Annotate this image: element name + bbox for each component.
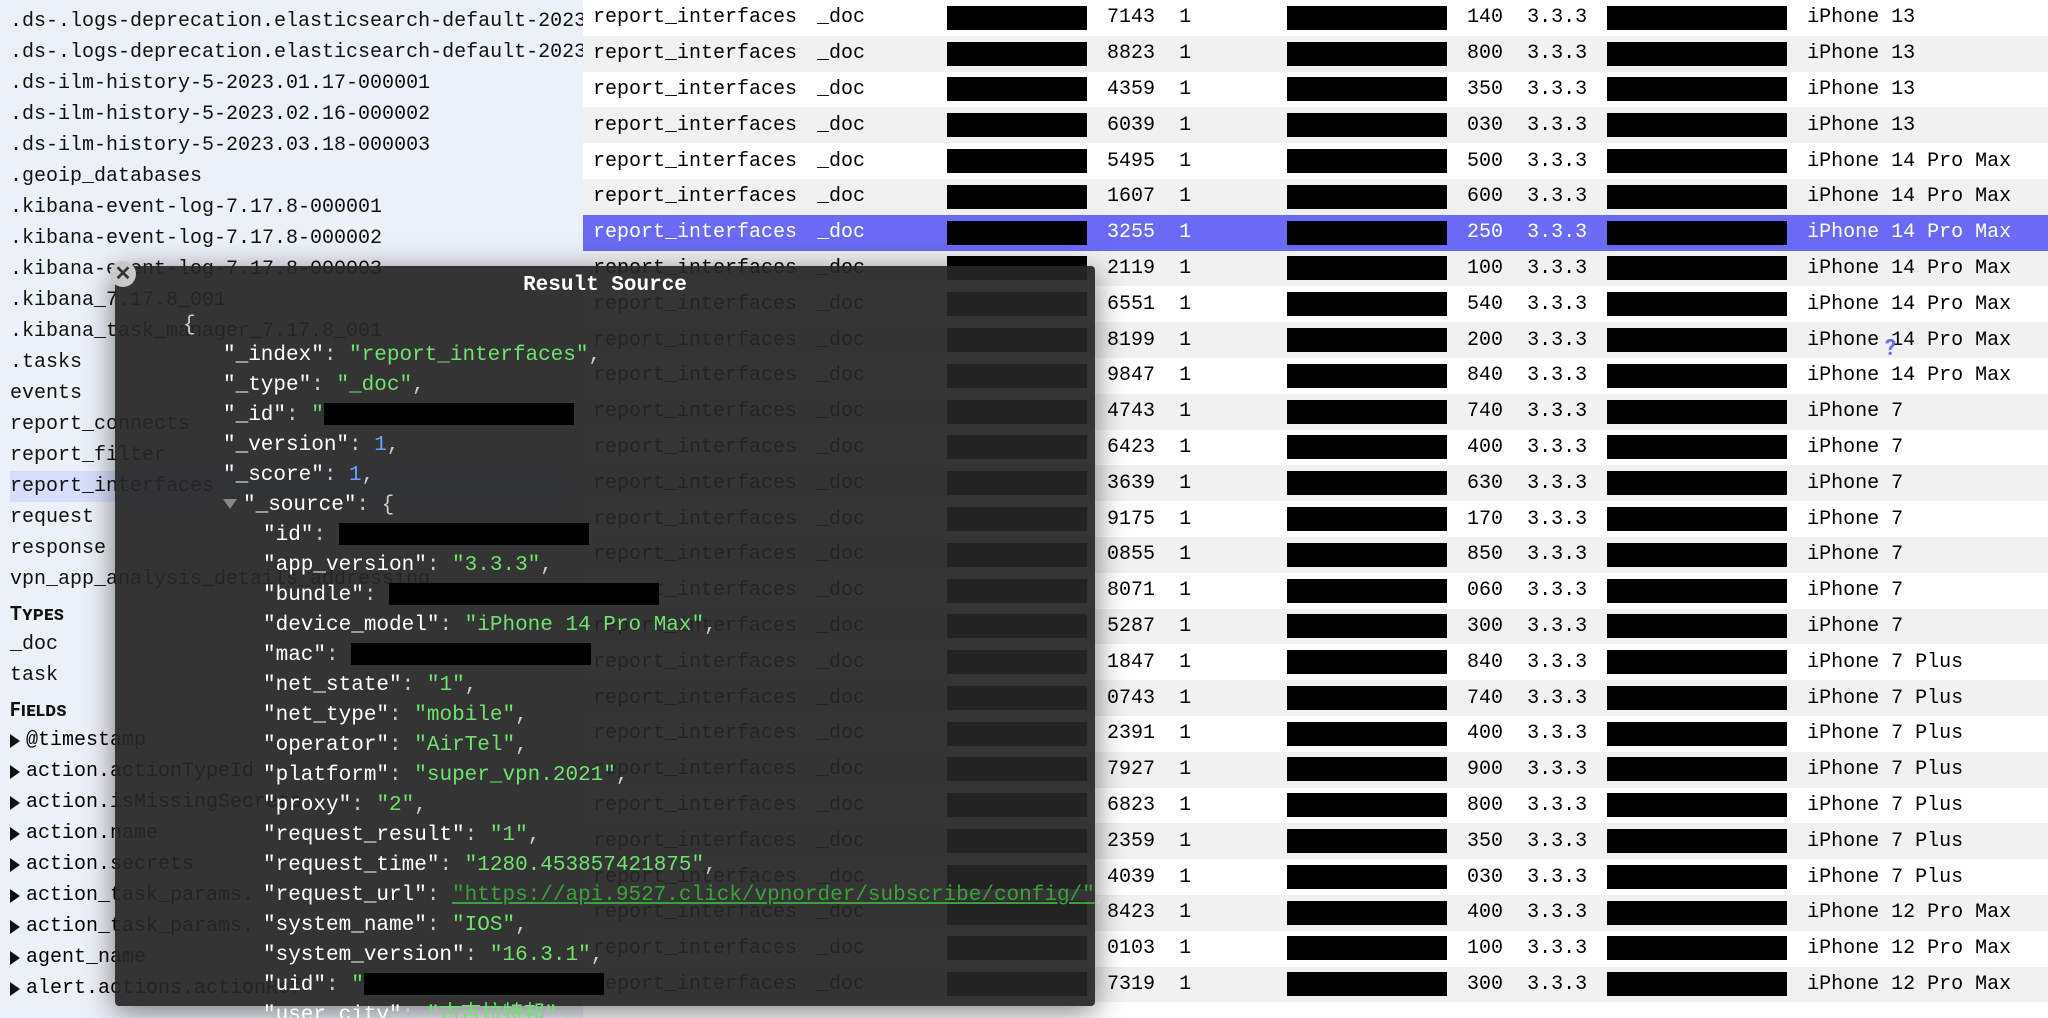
- table-row[interactable]: report_interfaces_doc6039 1030 3.3.3iPho…: [583, 107, 2048, 143]
- table-row[interactable]: report_interfaces_doc1607 1600 3.3.3iPho…: [583, 179, 2048, 215]
- sidebar-index-item[interactable]: .ds-ilm-history-5-2023.02.16-000002: [10, 99, 573, 130]
- table-row[interactable]: report_interfaces_doc4359 1350 3.3.3iPho…: [583, 72, 2048, 108]
- popup-title: Result Source: [115, 266, 1095, 311]
- caret-right-icon: [10, 796, 20, 810]
- sidebar-index-item[interactable]: .geoip_databases: [10, 161, 573, 192]
- caret-right-icon: [10, 734, 20, 748]
- caret-right-icon: [10, 889, 20, 903]
- sidebar-index-item[interactable]: .ds-ilm-history-5-2023.03.18-000003: [10, 130, 573, 161]
- sidebar-index-item[interactable]: .ds-.logs-deprecation.elasticsearch-defa…: [10, 6, 573, 37]
- sidebar-index-item[interactable]: .ds-.logs-deprecation.elasticsearch-defa…: [10, 37, 573, 68]
- chevron-down-icon[interactable]: [223, 499, 237, 509]
- table-row[interactable]: report_interfaces_doc7143 1140 3.3.3iPho…: [583, 0, 2048, 36]
- sidebar-index-item[interactable]: .kibana-event-log-7.17.8-000001: [10, 192, 573, 223]
- caret-right-icon: [10, 765, 20, 779]
- table-row[interactable]: report_interfaces_doc8823 1800 3.3.3iPho…: [583, 36, 2048, 72]
- close-icon[interactable]: ✕: [110, 261, 136, 287]
- table-row[interactable]: report_interfaces_doc5495 1500 3.3.3iPho…: [583, 143, 2048, 179]
- caret-right-icon: [10, 858, 20, 872]
- table-row[interactable]: report_interfaces_doc3255 1250 3.3.3iPho…: [583, 215, 2048, 251]
- json-viewer: { "_index": "report_interfaces", "_type"…: [115, 311, 1095, 1018]
- caret-right-icon: [10, 827, 20, 841]
- caret-right-icon: [10, 951, 20, 965]
- help-icon[interactable]: ?: [1885, 336, 1896, 361]
- caret-right-icon: [10, 982, 20, 996]
- result-source-popup: ✕ Result Source { "_index": "report_inte…: [115, 266, 1095, 1006]
- caret-right-icon: [10, 920, 20, 934]
- sidebar-index-item[interactable]: .ds-ilm-history-5-2023.01.17-000001: [10, 68, 573, 99]
- results-panel: report_interfaces_doc7143 1140 3.3.3iPho…: [583, 0, 2048, 1018]
- sidebar-index-item[interactable]: .kibana-event-log-7.17.8-000002: [10, 223, 573, 254]
